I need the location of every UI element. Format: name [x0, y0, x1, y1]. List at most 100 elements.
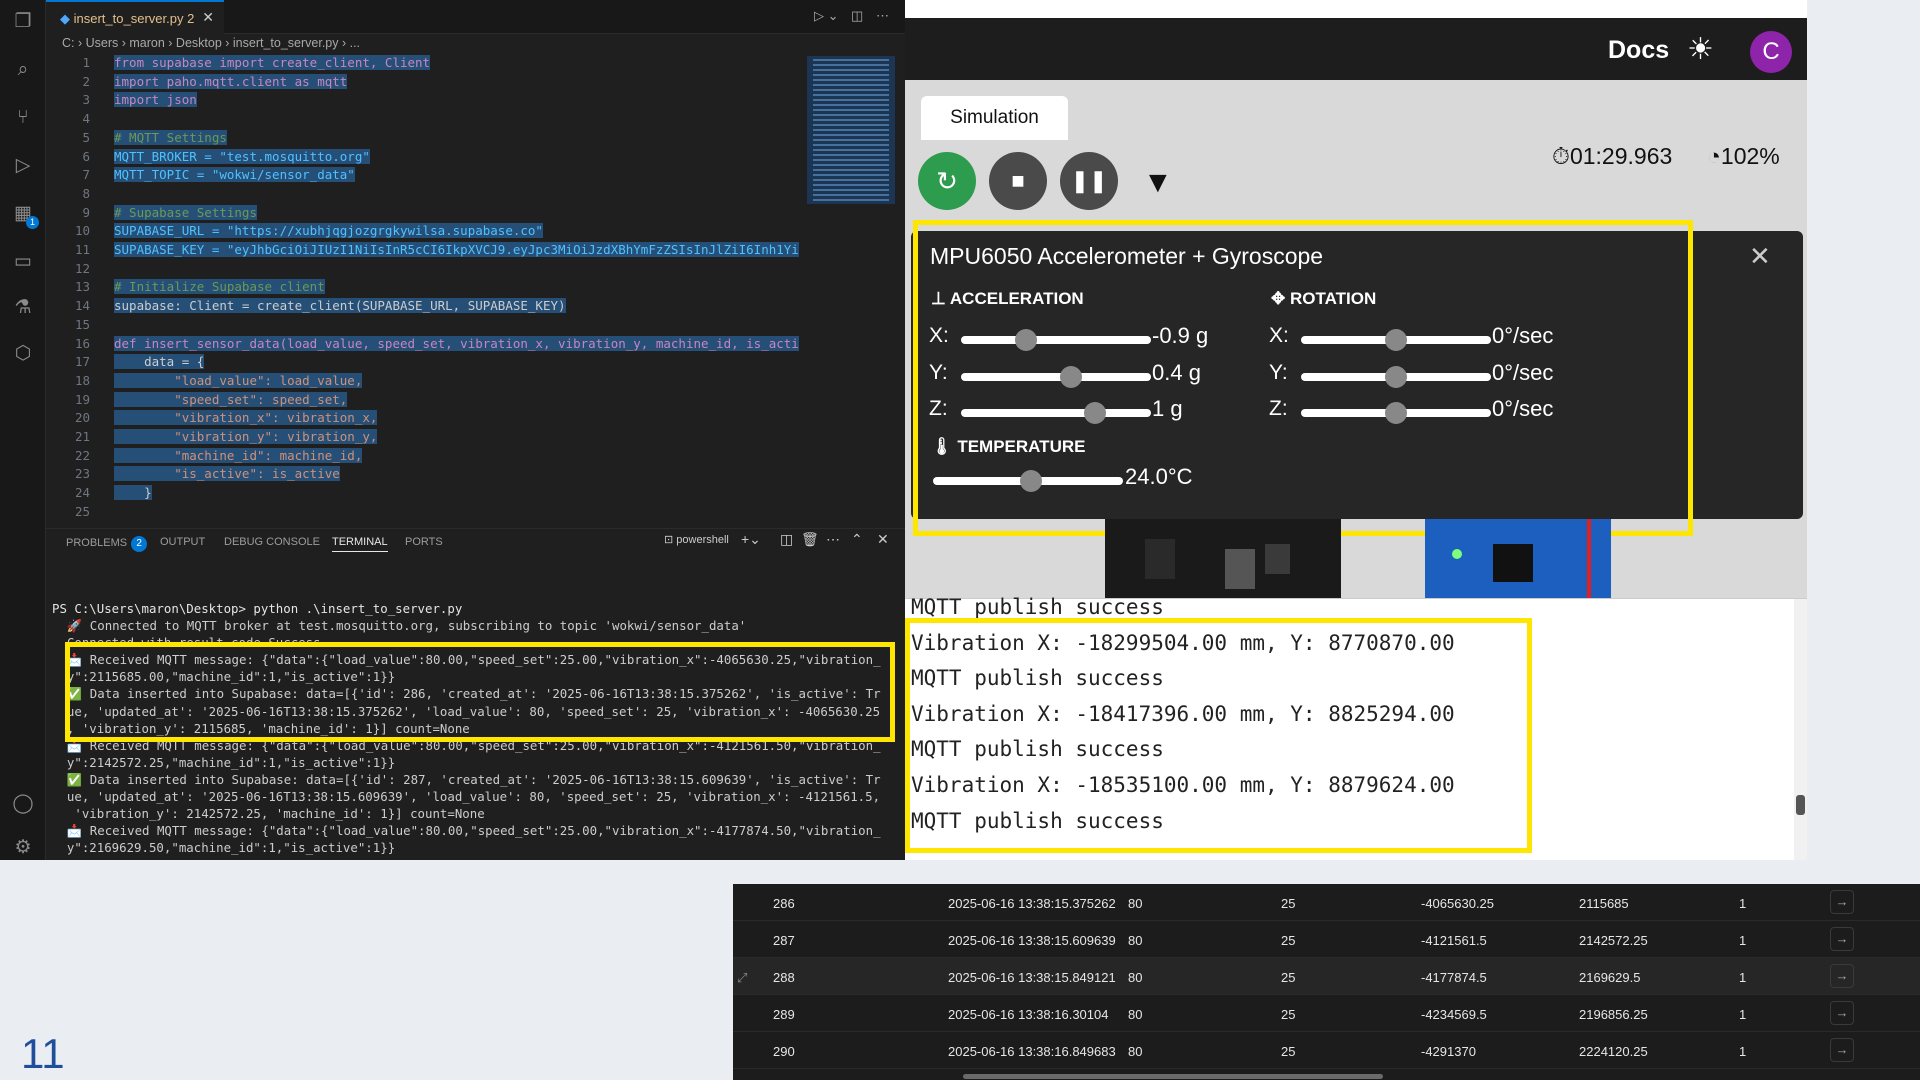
stopwatch-icon: ⏱	[1552, 143, 1570, 169]
tab-insert-to-server[interactable]: ◆ insert_to_server.py 2 ✕	[46, 0, 224, 34]
tab-ports[interactable]: PORTS	[405, 536, 443, 548]
code-line: }	[114, 485, 152, 501]
terminal-line: PS C:\Users\maron\Desktop> python .\inse…	[52, 601, 463, 616]
row-arrow-icon[interactable]: →	[1830, 890, 1854, 914]
minimap[interactable]	[807, 56, 895, 204]
table-row[interactable]: 286 2025-06-16 13:38:15.375262 80 25 -406563…	[733, 884, 1920, 921]
testing-icon[interactable]: ⚗	[11, 296, 35, 320]
row-arrow-icon[interactable]: →	[1830, 1001, 1854, 1025]
expand-row-icon[interactable]: ⤢	[737, 970, 747, 986]
esp32-board[interactable]	[1105, 519, 1341, 599]
line-number: 2	[82, 73, 90, 89]
breadcrumb-item[interactable]: insert_to_server.py	[233, 36, 339, 50]
table-cell: 288	[773, 970, 795, 985]
pause-button[interactable]: ❚❚	[1060, 152, 1118, 210]
account-icon[interactable]: ◯	[11, 792, 35, 816]
code-editor[interactable]: 1 from supabase import create_client, Cli…	[46, 54, 905, 524]
remote-explorer-icon[interactable]: ▭	[11, 250, 35, 274]
table-row[interactable]: 289 2025-06-16 13:38:16.30104 80 25 -4234569…	[733, 995, 1920, 1032]
tab-simulation[interactable]: Simulation	[921, 96, 1068, 140]
maximize-panel-icon[interactable]: ⌃	[851, 531, 863, 548]
table-cell: 2025-06-16 13:38:16.30104	[948, 1007, 1109, 1022]
split-terminal-icon[interactable]: ◫	[780, 531, 793, 548]
extensions-icon[interactable]: ▦ 1	[11, 202, 39, 229]
close-icon[interactable]: ✕	[1749, 241, 1771, 272]
docs-link[interactable]: Docs	[1608, 36, 1669, 65]
serial-scrollbar[interactable]	[1794, 599, 1807, 860]
row-arrow-icon[interactable]: →	[1830, 1038, 1854, 1062]
browser-window: Docs ☀ C Simulation ↻ ■ ❚❚ ▼ ⏱01:29.963 …	[905, 0, 1807, 860]
table-cell: 25	[1281, 970, 1296, 985]
trash-icon[interactable]: 🗑	[801, 531, 819, 548]
code-line: import json	[114, 92, 197, 108]
line-number: 8	[82, 185, 90, 201]
explorer-icon[interactable]: ❐	[11, 10, 35, 34]
line-number: 22	[74, 447, 90, 463]
line-number: 14	[74, 298, 90, 314]
code-line: # Supabase Settings	[114, 204, 257, 220]
run-debug-icon[interactable]: ▷	[11, 154, 35, 178]
serial-highlight-box	[905, 618, 1532, 853]
breadcrumb-item[interactable]: C:	[62, 36, 75, 50]
source-control-icon[interactable]: ⑂	[11, 106, 35, 130]
terminal-icon: ⊡	[664, 534, 674, 546]
search-icon[interactable]: ⌕	[11, 58, 35, 82]
table-horizontal-scrollbar[interactable]	[963, 1074, 1383, 1079]
terminal-line: 'vibration_y': 2142572.25, 'machine_id':…	[52, 806, 485, 822]
settings-gear-icon[interactable]: ⚙	[11, 836, 35, 860]
breadcrumb-separator: ›	[74, 36, 86, 50]
run-icon[interactable]: ▷ ⌄	[814, 8, 839, 24]
breadcrumb-item[interactable]: maron	[129, 36, 164, 50]
package-icon[interactable]: ⬡	[11, 342, 35, 366]
table-row[interactable]: 288 2025-06-16 13:38:15.849121 80 25 -417787…	[733, 958, 1920, 995]
timer-value: 01:29.963	[1569, 143, 1673, 169]
stop-button[interactable]: ■	[989, 152, 1047, 210]
table-cell: 1	[1739, 1007, 1747, 1022]
new-terminal-icon[interactable]: +⌄	[741, 531, 761, 548]
code-line: "is_active": is_active	[114, 466, 340, 482]
table-cell: 80	[1128, 970, 1143, 985]
row-arrow-icon[interactable]: →	[1830, 927, 1854, 951]
line-number: 7	[82, 167, 90, 183]
tab-output[interactable]: OUTPUT	[160, 536, 205, 548]
line-number: 19	[74, 391, 90, 407]
mpu6050-module[interactable]	[1425, 519, 1611, 599]
restart-button[interactable]: ↻	[918, 152, 976, 210]
table-row[interactable]: 287 2025-06-16 13:38:15.609639 80 25 -412156…	[733, 921, 1920, 958]
line-number: 5	[82, 129, 90, 145]
table-cell: 290	[773, 1044, 795, 1059]
code-line: from supabase import create_client, Clie…	[114, 55, 431, 70]
table-row[interactable]: 290 2025-06-16 13:38:16.849683 80 25 -429137…	[733, 1032, 1920, 1069]
breadcrumb-item[interactable]: Users	[86, 36, 119, 50]
more-actions-icon[interactable]: ⋯	[876, 8, 889, 24]
more-icon[interactable]: ⋯	[826, 531, 840, 548]
code-line: MQTT_TOPIC = "wokwi/sensor_data"	[114, 167, 355, 183]
table-cell: 2025-06-16 13:38:16.849683	[948, 1044, 1116, 1059]
line-number: 3	[82, 92, 90, 108]
sim-speed: ◔102%	[1707, 143, 1780, 170]
close-panel-icon[interactable]: ✕	[877, 531, 889, 548]
tab-terminal[interactable]: TERMINAL	[332, 536, 388, 552]
tab-debug-console[interactable]: DEBUG CONSOLE	[224, 536, 320, 548]
table-cell: 287	[773, 933, 795, 948]
terminal-line: y":2169629.50,"machine_id":1,"is_active"…	[52, 840, 396, 856]
browser-toolbar-strip	[905, 0, 1807, 18]
close-tab-icon[interactable]: ✕	[202, 9, 214, 26]
breadcrumb-item[interactable]: ...	[350, 36, 360, 50]
row-arrow-icon[interactable]: →	[1830, 964, 1854, 988]
terminal-shell-selector[interactable]: ⊡ powershell	[664, 533, 729, 546]
code-line: "vibration_x": vibration_x,	[114, 410, 378, 426]
table-cell: 286	[773, 896, 795, 911]
speed-value: 102%	[1720, 143, 1780, 169]
line-number: 24	[74, 485, 90, 501]
speedometer-icon: ◔	[1707, 143, 1721, 169]
tab-problems[interactable]: PROBLEMS 2	[66, 536, 148, 552]
code-line: SUPABASE_URL = "https://xubhjqgjozgrgkyw…	[114, 223, 543, 239]
serial-line: MQTT publish success	[911, 595, 1164, 619]
breadcrumb-item[interactable]: Desktop	[176, 36, 222, 50]
avatar[interactable]: C	[1750, 31, 1792, 73]
split-editor-icon[interactable]: ◫	[851, 8, 863, 24]
mpu-highlight-box	[913, 220, 1693, 536]
table-cell: -4291370	[1421, 1044, 1476, 1059]
theme-sun-icon[interactable]: ☀	[1687, 32, 1714, 67]
